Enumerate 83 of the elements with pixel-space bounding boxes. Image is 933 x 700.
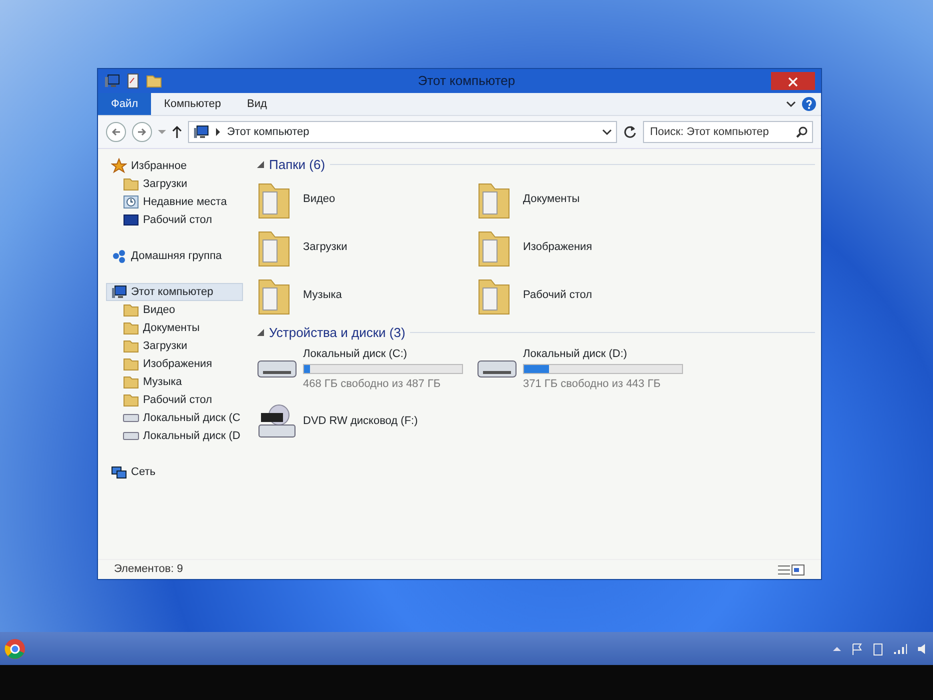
hard-drive-icon xyxy=(477,360,517,378)
ribbon-tab[interactable]: Компьютер xyxy=(151,93,234,115)
drive-label: DVD RW дисковод (F:) xyxy=(303,414,418,429)
browser-icon[interactable] xyxy=(4,638,26,660)
folder-item[interactable]: Загрузки xyxy=(257,226,477,268)
section-heading: Устройства и диски (3) xyxy=(269,324,406,342)
computer-icon xyxy=(104,73,120,89)
nav-item[interactable]: Сеть xyxy=(106,463,243,481)
chevron-down-icon[interactable] xyxy=(786,100,796,108)
caret-icon[interactable] xyxy=(158,129,166,135)
drive-item[interactable]: DVD RW дисковод (F:) xyxy=(257,398,477,444)
nav-item[interactable]: Загрузки xyxy=(118,175,243,193)
address-bar[interactable]: Этот компьютер xyxy=(188,121,617,143)
computer-icon xyxy=(193,124,209,140)
nav-item[interactable]: Документы xyxy=(118,319,243,337)
drive-label: Локальный диск (D:) xyxy=(523,346,628,362)
flag-icon[interactable] xyxy=(851,642,863,654)
free-space-text: 468 ГБ свободно из 487 ГБ xyxy=(303,377,442,392)
nav-item[interactable]: Локальный диск (D xyxy=(118,427,243,445)
nav-item[interactable]: Избранное xyxy=(106,157,243,175)
nav-item[interactable]: Недавние места xyxy=(118,193,243,211)
arrow-left-icon xyxy=(111,127,121,137)
nav-item[interactable]: Локальный диск (C xyxy=(118,409,243,427)
folder-icon xyxy=(123,338,139,354)
hard-drive-icon xyxy=(257,360,297,378)
tiles-view-icon[interactable] xyxy=(791,564,805,576)
star-icon xyxy=(111,158,127,174)
back-button[interactable] xyxy=(106,122,126,142)
arrow-right-icon xyxy=(137,127,147,137)
folder-item[interactable]: Документы xyxy=(477,178,697,220)
ribbon-tab[interactable]: Вид xyxy=(234,93,280,115)
network-icon xyxy=(111,464,127,480)
signal-icon[interactable] xyxy=(893,642,907,654)
forward-button[interactable] xyxy=(132,122,152,142)
close-button[interactable] xyxy=(771,72,815,90)
folder-icon xyxy=(123,392,139,408)
dvd-drive-icon xyxy=(257,403,297,439)
folder-icon xyxy=(123,320,139,336)
nav-item[interactable]: Рабочий стол xyxy=(118,391,243,409)
drive-icon xyxy=(123,432,139,440)
drive-label: Локальный диск (C:) xyxy=(303,346,408,362)
folder-item[interactable]: Музыка xyxy=(257,274,477,316)
ribbon-tab[interactable]: Файл xyxy=(98,93,152,115)
search-icon xyxy=(796,126,808,138)
drive-item[interactable]: Локальный диск (D:) 371 ГБ свободно из 443 ГБ xyxy=(477,346,697,392)
search-field[interactable]: Поиск: Этот компьютер xyxy=(643,121,813,143)
help-icon[interactable] xyxy=(802,97,816,111)
collapse-arrow-icon[interactable] xyxy=(257,161,264,168)
folder-icon xyxy=(123,374,139,390)
window-title: Этот компьютер xyxy=(416,72,516,90)
section-heading: Папки (6) xyxy=(269,156,326,174)
address-path[interactable]: Этот компьютер xyxy=(227,124,596,140)
status-text: Элементов: 9 xyxy=(114,562,184,578)
folder-item[interactable]: Изображения xyxy=(477,226,697,268)
nav-item[interactable]: Музыка xyxy=(118,373,243,391)
caret-up-icon[interactable] xyxy=(833,646,841,652)
nav-item[interactable]: Видео xyxy=(118,301,243,319)
folder-icon xyxy=(123,176,139,192)
people-icon xyxy=(111,248,127,264)
drive-item[interactable]: Локальный диск (C:) 468 ГБ свободно из 487 ГБ xyxy=(257,346,477,392)
folder-icon xyxy=(123,356,139,372)
document-icon[interactable] xyxy=(126,73,140,89)
nav-item[interactable]: Изображения xyxy=(118,355,243,373)
monitor-icon xyxy=(123,212,139,228)
chevron-right-icon xyxy=(215,128,221,136)
clock-icon xyxy=(123,194,139,210)
drive-icon xyxy=(123,414,139,422)
folder-item[interactable]: Видео xyxy=(257,178,477,220)
arrow-up-icon[interactable] xyxy=(172,126,182,138)
collapse-arrow-icon[interactable] xyxy=(257,328,264,336)
nav-item[interactable]: Этот компьютер xyxy=(106,283,243,301)
nav-item[interactable]: Рабочий стол xyxy=(118,211,243,229)
computer-icon xyxy=(111,284,127,300)
nav-item[interactable]: Загрузки xyxy=(118,337,243,355)
folder-icon[interactable] xyxy=(146,73,162,89)
folder-item[interactable]: Рабочий стол xyxy=(477,274,697,316)
chevron-down-icon[interactable] xyxy=(602,128,612,136)
free-space-text: 371 ГБ свободно из 443 ГБ xyxy=(523,377,662,392)
close-icon xyxy=(788,76,798,87)
battery-icon[interactable] xyxy=(873,642,883,656)
details-view-icon[interactable] xyxy=(777,564,791,576)
nav-item[interactable]: Домашняя группа xyxy=(106,247,243,265)
refresh-icon[interactable] xyxy=(623,125,637,139)
